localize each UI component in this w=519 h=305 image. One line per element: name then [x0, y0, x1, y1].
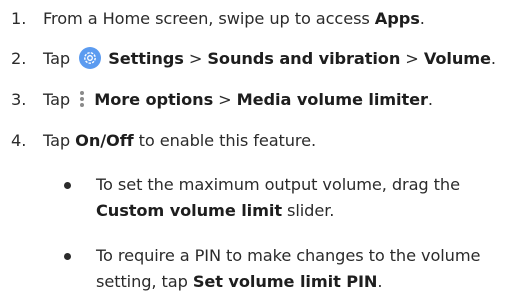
step-number: 2. [11, 49, 27, 68]
step-text-end: . [419, 9, 425, 28]
step-3: 3. Tap More options > Media volume limit… [0, 86, 519, 114]
bullet-line-1: To require a PIN to make changes to the … [96, 246, 481, 265]
step-text: Tap More options > Media volume limiter. [43, 86, 433, 114]
more-options-icon [79, 89, 85, 109]
bullet-text-plain: setting, tap [96, 272, 193, 291]
bullet-line-2: setting, tap Set volume limit PIN. [96, 268, 511, 296]
bullet-dot [64, 253, 71, 260]
step-1: 1. From a Home screen, swipe up to acces… [0, 5, 519, 33]
bullet-item-2: To require a PIN to make changes to the … [0, 242, 519, 298]
bullet-line-1: To set the maximum output volume, drag t… [96, 175, 460, 194]
bullet-item-1: To set the maximum output volume, drag t… [0, 171, 519, 227]
bullet-text-end: slider. [281, 201, 335, 220]
step-text-plain: Tap [43, 90, 76, 109]
path-separator: > [213, 90, 237, 109]
custom-volume-limit-label: Custom volume limit [96, 201, 282, 220]
settings-label: Settings [108, 49, 184, 68]
step-text: Tap On/Off to enable this feature. [43, 127, 316, 155]
bullet-dot [64, 182, 71, 189]
step-number: 1. [11, 9, 27, 28]
volume-label: Volume [423, 49, 491, 68]
step-4: 4. Tap On/Off to enable this feature. [0, 127, 519, 155]
step-text: Tap Settings > Sounds and vibration > Vo… [43, 45, 496, 73]
step-text-end: . [490, 49, 496, 68]
path-separator: > [183, 49, 208, 68]
step-text-plain: Tap [43, 49, 76, 68]
apps-label: Apps [374, 9, 420, 28]
step-text-end: . [427, 90, 433, 109]
on-off-label: On/Off [75, 131, 134, 150]
path-separator: > [400, 49, 424, 68]
step-text-end: to enable this feature. [133, 131, 317, 150]
step-text-plain: From a Home screen, swipe up to access [43, 9, 375, 28]
step-2: 2. Tap Settings > Sounds and vibration >… [0, 45, 519, 73]
media-volume-limiter-label: Media volume limiter [236, 90, 428, 109]
settings-gear-icon [79, 47, 102, 69]
step-number: 4. [11, 131, 27, 150]
more-options-label: More options [94, 90, 214, 109]
set-volume-limit-pin-label: Set volume limit PIN [192, 272, 378, 291]
step-text-plain: Tap [43, 131, 76, 150]
bullet-line-2: Custom volume limit slider. [96, 197, 511, 225]
sounds-and-vibration-label: Sounds and vibration [207, 49, 401, 68]
bullet-text-end: . [377, 272, 383, 291]
step-number: 3. [11, 90, 27, 109]
step-text: From a Home screen, swipe up to access A… [43, 5, 425, 33]
